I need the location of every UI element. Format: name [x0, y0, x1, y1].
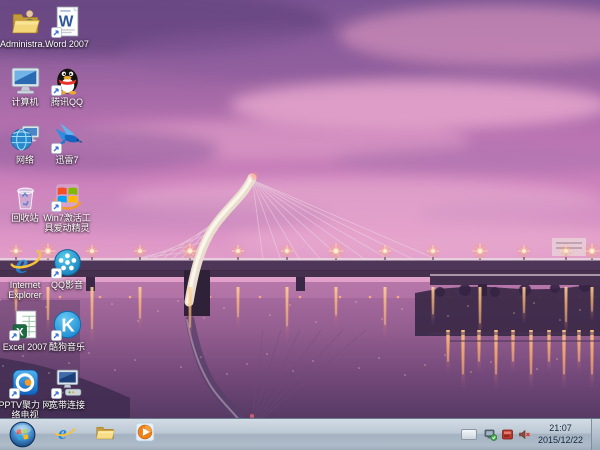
desktop-icon-kugou-music[interactable]: K 酷狗音乐: [37, 308, 97, 352]
windows7-desktop: Administra...WWord 2007计算机腾讯QQ网络迅雷7回收站Wi…: [0, 0, 600, 450]
desktop-icon-label: 回收站: [11, 213, 38, 223]
desktop-icon-broadband[interactable]: 宽带连接: [37, 366, 97, 410]
tray-clock[interactable]: 21:07 2015/12/22: [538, 423, 583, 446]
ie-taskbar-icon: e: [54, 421, 76, 448]
desktop-icon-label: 宽带连接: [49, 400, 85, 410]
win7-activator-icon: [51, 179, 84, 212]
network-tray-icon[interactable]: [484, 428, 497, 441]
svg-text:e: e: [58, 423, 67, 443]
desktop-icon-label: 网络: [16, 155, 34, 165]
volume-tray-icon[interactable]: [518, 428, 531, 441]
qq-player-icon: [51, 246, 84, 279]
start-button[interactable]: [5, 419, 39, 450]
ie-taskbar-button[interactable]: e: [45, 419, 85, 450]
show-desktop-button[interactable]: [591, 419, 600, 450]
desktop-icon-label: Win7激活工 具爱动精灵: [43, 213, 91, 234]
desktop-icon-xunlei-7[interactable]: 迅雷7: [37, 121, 97, 165]
desktop-icon-qq-player[interactable]: QQ影音: [37, 246, 97, 290]
security-tray-icon[interactable]: [501, 428, 514, 441]
word-2007-icon: W: [51, 5, 84, 38]
svg-text:e: e: [15, 248, 28, 279]
system-tray: 21:07 2015/12/22: [461, 419, 600, 450]
kugou-music-icon: K: [51, 308, 84, 341]
desktop-icon-label: QQ影音: [51, 280, 83, 290]
taskbar: e: [0, 418, 600, 450]
desktop-icon-label: Word 2007: [45, 39, 89, 49]
broadband-icon: [51, 366, 84, 399]
desktop-icon-label: 酷狗音乐: [49, 342, 85, 352]
desktop-area[interactable]: Administra...WWord 2007计算机腾讯QQ网络迅雷7回收站Wi…: [0, 0, 600, 418]
xunlei-7-icon: [51, 121, 84, 154]
desktop-icon-word-2007[interactable]: WWord 2007: [37, 5, 97, 49]
desktop-icon-grid: Administra...WWord 2007计算机腾讯QQ网络迅雷7回收站Wi…: [0, 0, 600, 418]
explorer-taskbar-icon: [94, 421, 116, 448]
explorer-taskbar-button[interactable]: [85, 419, 125, 450]
ime-language-button[interactable]: [461, 429, 477, 440]
desktop-icon-tencent-qq[interactable]: 腾讯QQ: [37, 63, 97, 107]
desktop-icon-win7-activator[interactable]: Win7激活工 具爱动精灵: [37, 179, 97, 234]
tencent-qq-icon: [51, 63, 84, 96]
clock-time: 21:07: [538, 423, 583, 434]
svg-text:K: K: [61, 315, 75, 336]
wmp-taskbar-button[interactable]: [125, 419, 165, 450]
wmp-taskbar-icon: [134, 421, 156, 448]
desktop-icon-label: 迅雷7: [55, 155, 78, 165]
desktop-icon-label: 腾讯QQ: [51, 97, 83, 107]
desktop-icon-label: 计算机: [11, 97, 38, 107]
clock-date: 2015/12/22: [538, 435, 583, 446]
